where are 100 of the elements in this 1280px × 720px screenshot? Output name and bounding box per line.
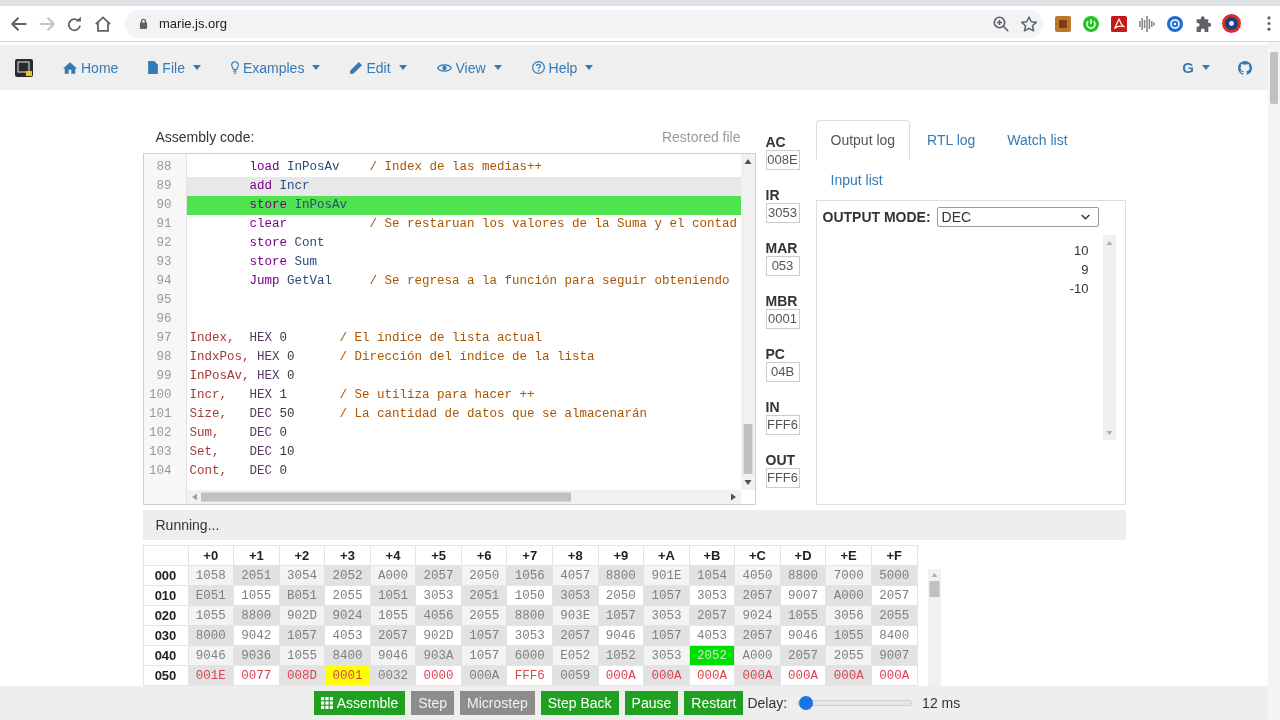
- line-number: 91: [155, 216, 173, 233]
- menu-item[interactable]: File: [133, 45, 216, 90]
- avatar-icon[interactable]: [1222, 14, 1241, 33]
- line-number: 95: [155, 292, 173, 309]
- caret-down-icon: [312, 65, 321, 70]
- register-label: PC: [765, 346, 786, 362]
- menu-item[interactable]: Home: [48, 45, 134, 90]
- column-header: +1: [233, 545, 280, 566]
- row-address: 010: [143, 585, 188, 606]
- control-button[interactable]: Assemble: [313, 691, 406, 715]
- memory-scrollbar[interactable]: [927, 569, 941, 686]
- lightbulb-icon: [230, 61, 239, 74]
- column-header: +9: [598, 545, 644, 566]
- column-header: +2: [279, 545, 325, 566]
- column-header: +C: [734, 545, 781, 566]
- control-button[interactable]: Restart: [684, 691, 744, 715]
- menu-item[interactable]: Examples: [215, 45, 336, 90]
- panel-tab[interactable]: RTL log: [912, 120, 991, 160]
- puzzle-icon[interactable]: [1195, 15, 1211, 32]
- row-address: 030: [143, 625, 188, 646]
- question-circle-icon: [531, 61, 545, 74]
- slider-thumb[interactable]: [799, 696, 814, 710]
- caret-down-icon: [585, 65, 594, 70]
- line-number: 101: [148, 406, 173, 423]
- panel-tab[interactable]: Output log: [815, 120, 911, 160]
- zoom-icon[interactable]: [993, 15, 1009, 32]
- column-header: +5: [415, 545, 462, 566]
- column-header: +F: [871, 545, 917, 566]
- register-label: OUT: [765, 452, 797, 468]
- waveform-icon[interactable]: [1139, 15, 1155, 32]
- line-number: 96: [155, 311, 173, 328]
- register-value: 008E: [765, 150, 800, 170]
- pencil-icon: [350, 61, 363, 74]
- column-header: +8: [552, 545, 599, 566]
- github-icon[interactable]: [1238, 60, 1252, 75]
- code-editor[interactable]: [142, 153, 756, 505]
- column-header: +D: [780, 545, 826, 566]
- star-icon[interactable]: [1021, 15, 1037, 32]
- tile-icon[interactable]: [1055, 15, 1071, 32]
- panel-tab[interactable]: Input list: [815, 160, 898, 200]
- menu-icon[interactable]: [1267, 16, 1271, 31]
- address-bar[interactable]: marie.js.org: [125, 9, 1043, 38]
- line-number: 99: [155, 368, 173, 385]
- code-line: Jump GetVal / Se regresa a la función para seguir obteniendo: [248, 273, 731, 290]
- code-line: Size, DEC 50 / La cantidad de datos que se almacenarán: [188, 406, 649, 423]
- language-menu[interactable]: G: [1167, 45, 1225, 90]
- register-label: IR: [765, 187, 781, 203]
- column-header: +6: [461, 545, 507, 566]
- home-icon: [63, 61, 77, 74]
- row-address: 000: [143, 565, 188, 586]
- caret-down-icon: [192, 65, 201, 70]
- column-header: +7: [506, 545, 553, 566]
- delay-reading: 12 ms: [922, 695, 961, 711]
- swirl-tile-icon[interactable]: [1111, 15, 1127, 32]
- file-icon: [148, 61, 159, 74]
- editor-title: Assembly code:: [155, 128, 255, 145]
- code-line: Sum, DEC 0: [188, 425, 289, 442]
- code-line: Index, HEX 0 / El índice de lista actual: [188, 330, 544, 347]
- eye-icon: [436, 63, 452, 72]
- chevron-down-icon: [1080, 214, 1090, 220]
- horizontal-scrollbar[interactable]: [186, 490, 741, 504]
- output-value: 9: [1081, 262, 1089, 277]
- menu-item[interactable]: View: [421, 45, 517, 90]
- code-line: Cont, DEC 0: [188, 463, 289, 480]
- back-arrow-icon[interactable]: [11, 15, 27, 32]
- status-bar: Running...: [142, 510, 1126, 540]
- register-value: 0001: [765, 309, 800, 329]
- app-logo-icon[interactable]: [15, 58, 33, 77]
- line-number: 93: [155, 254, 173, 271]
- register-value: 04B: [765, 362, 800, 382]
- home-icon[interactable]: [95, 15, 111, 32]
- line-number: 97: [155, 330, 173, 347]
- code-line: InPosAv, HEX 0: [188, 368, 296, 385]
- line-number: 98: [155, 349, 173, 366]
- round-badge-icon[interactable]: [1167, 15, 1183, 32]
- log-scrollbar[interactable]: [1102, 235, 1116, 440]
- line-number: 102: [148, 425, 173, 442]
- code-line: load InPosAv / Index de las medias++: [248, 159, 544, 176]
- code-line: store Sum: [248, 254, 319, 271]
- code-line: IndxPos, HEX 0 / Dirección del índice de la lista: [188, 349, 596, 366]
- lock-icon: [139, 18, 148, 29]
- line-number: 100: [148, 387, 173, 404]
- code-line: Incr, HEX 1 / Se utiliza para hacer ++: [188, 387, 536, 404]
- code-line: Set, DEC 10: [188, 444, 296, 461]
- grid-icon: [320, 697, 333, 709]
- reload-icon[interactable]: [67, 15, 83, 32]
- line-number: 88: [155, 159, 173, 176]
- panel-tab[interactable]: Watch list: [992, 120, 1083, 160]
- control-button[interactable]: Pause: [624, 691, 679, 715]
- menu-item[interactable]: Help: [516, 45, 609, 90]
- page-scrollbar[interactable]: [1268, 42, 1280, 720]
- output-mode-label: OUTPUT MODE:: [822, 209, 931, 225]
- column-header: +0: [188, 545, 234, 566]
- register-value: FFF6: [765, 468, 800, 488]
- control-button[interactable]: Step Back: [540, 691, 619, 715]
- menu-item[interactable]: Edit: [335, 45, 422, 90]
- row-address: 020: [143, 605, 188, 626]
- output-mode-select[interactable]: DEC: [936, 207, 1099, 227]
- register-label: IN: [765, 399, 781, 415]
- vertical-scrollbar[interactable]: [740, 154, 755, 490]
